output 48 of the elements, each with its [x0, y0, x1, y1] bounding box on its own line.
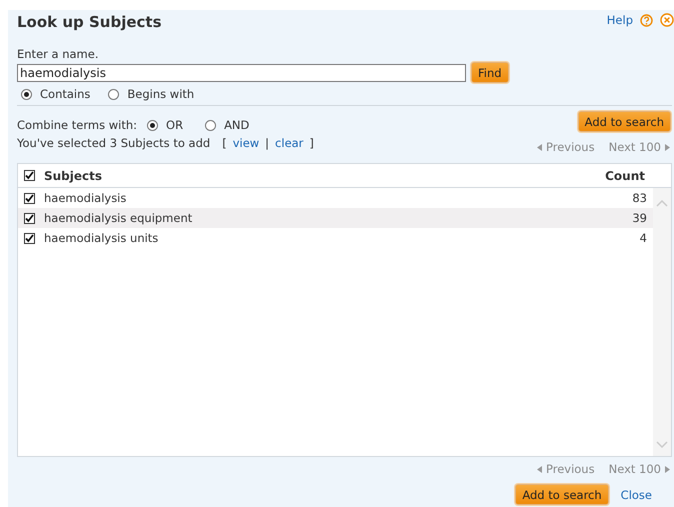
checkbox[interactable]	[24, 192, 35, 204]
add-to-search-button[interactable]: Add to search	[578, 111, 671, 132]
previous-link[interactable]: Previous	[546, 140, 595, 154]
close-icon[interactable]	[660, 13, 674, 27]
right-triangle-icon	[665, 466, 670, 472]
subject-row[interactable]: haemodialysis equipment 39	[18, 208, 653, 228]
radio-button[interactable]	[147, 120, 158, 130]
clear-link[interactable]: clear	[275, 136, 304, 150]
subject-cell-text: haemodialysis units	[44, 231, 160, 245]
count-cell: 39	[632, 211, 647, 225]
radio-label: AND	[224, 118, 250, 132]
checkbox[interactable]	[24, 232, 35, 244]
bracket: ]	[309, 136, 314, 150]
previous-link[interactable]: Previous	[546, 462, 595, 476]
subject-row[interactable]: haemodialysis 83	[18, 188, 653, 208]
separator: |	[265, 136, 270, 150]
find-button[interactable]: Find	[471, 62, 509, 83]
close-link[interactable]: Close	[620, 488, 652, 502]
column-header: Count	[605, 168, 645, 182]
field-label: Enter a name.	[17, 47, 100, 61]
radio-label: Contains	[40, 87, 90, 101]
dialog-title: Look up Subjects	[17, 13, 162, 31]
name-input-field[interactable]: haemodialysis	[17, 64, 466, 82]
next-link[interactable]: Next 100	[608, 140, 661, 154]
count-cell: 4	[640, 231, 647, 245]
combine-label: Combine terms with:	[17, 118, 138, 132]
subject-cell-text: haemodialysis	[44, 191, 128, 205]
next-link[interactable]: Next 100	[608, 462, 661, 476]
bracket: [	[222, 136, 227, 150]
column-header: Subjects	[44, 168, 104, 182]
subject-row[interactable]: haemodialysis units 4	[18, 228, 653, 248]
radio-label: Begins with	[127, 87, 194, 101]
checkbox[interactable]	[24, 170, 35, 181]
right-triangle-icon	[665, 144, 670, 150]
radio-button[interactable]	[205, 120, 216, 130]
count-cell: 83	[632, 191, 647, 205]
subject-cell-text: haemodialysis equipment	[44, 211, 194, 225]
add-to-search-button[interactable]: Add to search	[515, 484, 609, 505]
radio-label: OR	[166, 118, 184, 132]
help-link[interactable]: Help	[606, 13, 633, 27]
radio-button[interactable]	[21, 88, 32, 100]
left-triangle-icon	[536, 466, 542, 472]
left-triangle-icon	[536, 144, 542, 150]
view-link[interactable]: view	[232, 136, 260, 150]
checkbox[interactable]	[24, 212, 35, 224]
help-icon[interactable]	[640, 14, 653, 26]
selection-text: You've selected 3 Subjects to add	[17, 136, 210, 150]
radio-button[interactable]	[108, 88, 120, 100]
